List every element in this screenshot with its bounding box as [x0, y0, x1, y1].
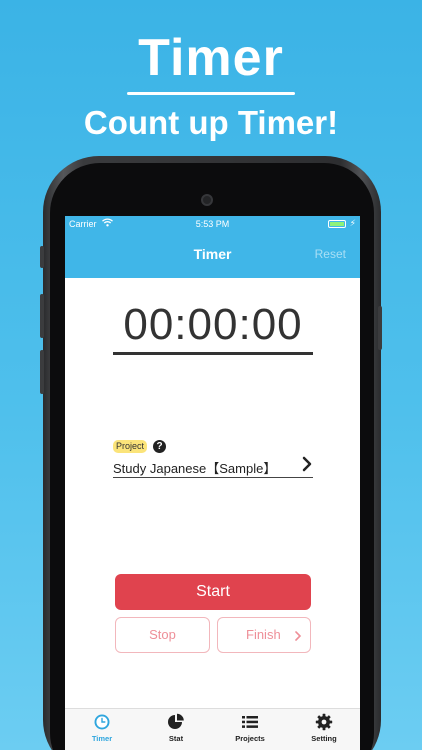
power-button: [378, 306, 382, 350]
project-tag: Project: [113, 440, 148, 453]
status-bar: Carrier 5:53 PM ⚡: [65, 216, 360, 232]
clock-icon: [93, 713, 111, 731]
tab-bar: Timer Stat Projects Setting: [65, 708, 360, 750]
tab-projects[interactable]: Projects: [213, 709, 287, 750]
timer-underline: [113, 352, 313, 355]
help-icon[interactable]: ?: [153, 440, 166, 453]
nav-bar: Timer Reset: [65, 232, 360, 278]
promo-title: Timer: [138, 29, 284, 87]
tab-stat[interactable]: Stat: [139, 709, 213, 750]
tab-setting[interactable]: Setting: [287, 709, 360, 750]
start-button[interactable]: Start: [115, 574, 311, 610]
chevron-right-icon: [294, 618, 302, 652]
project-underline: [113, 477, 313, 478]
tab-timer[interactable]: Timer: [65, 709, 139, 750]
finish-button[interactable]: Finish: [217, 617, 311, 653]
tab-label: Setting: [311, 734, 337, 743]
project-selector[interactable]: Study Japanese【Sample】: [113, 458, 276, 477]
reset-button[interactable]: Reset: [315, 247, 346, 261]
volume-up-button: [40, 294, 44, 338]
status-time: 5:53 PM: [195, 219, 230, 229]
tab-label: Projects: [235, 734, 265, 743]
chevron-right-icon[interactable]: [301, 456, 313, 477]
gear-icon: [315, 713, 333, 731]
list-icon: [241, 713, 259, 731]
tab-label: Timer: [91, 734, 113, 743]
finish-button-label: Finish: [246, 627, 281, 642]
timer-display: 00:00:00: [123, 300, 303, 349]
front-camera-icon: [201, 194, 213, 206]
volume-down-button: [40, 350, 44, 394]
charging-icon: ⚡: [349, 218, 356, 228]
promo-headline: Timer Count up Timer!: [0, 28, 422, 143]
pie-chart-icon: [167, 713, 185, 731]
mute-switch: [40, 246, 44, 268]
promo-subtitle: Count up Timer!: [83, 104, 339, 141]
app-screen: Carrier 5:53 PM ⚡ Timer Reset 00:00:00 P…: [65, 216, 360, 750]
tab-label: Stat: [168, 734, 184, 743]
battery-icon: [328, 220, 346, 228]
promo-title-underline: [127, 92, 295, 95]
stop-button[interactable]: Stop: [115, 617, 210, 653]
